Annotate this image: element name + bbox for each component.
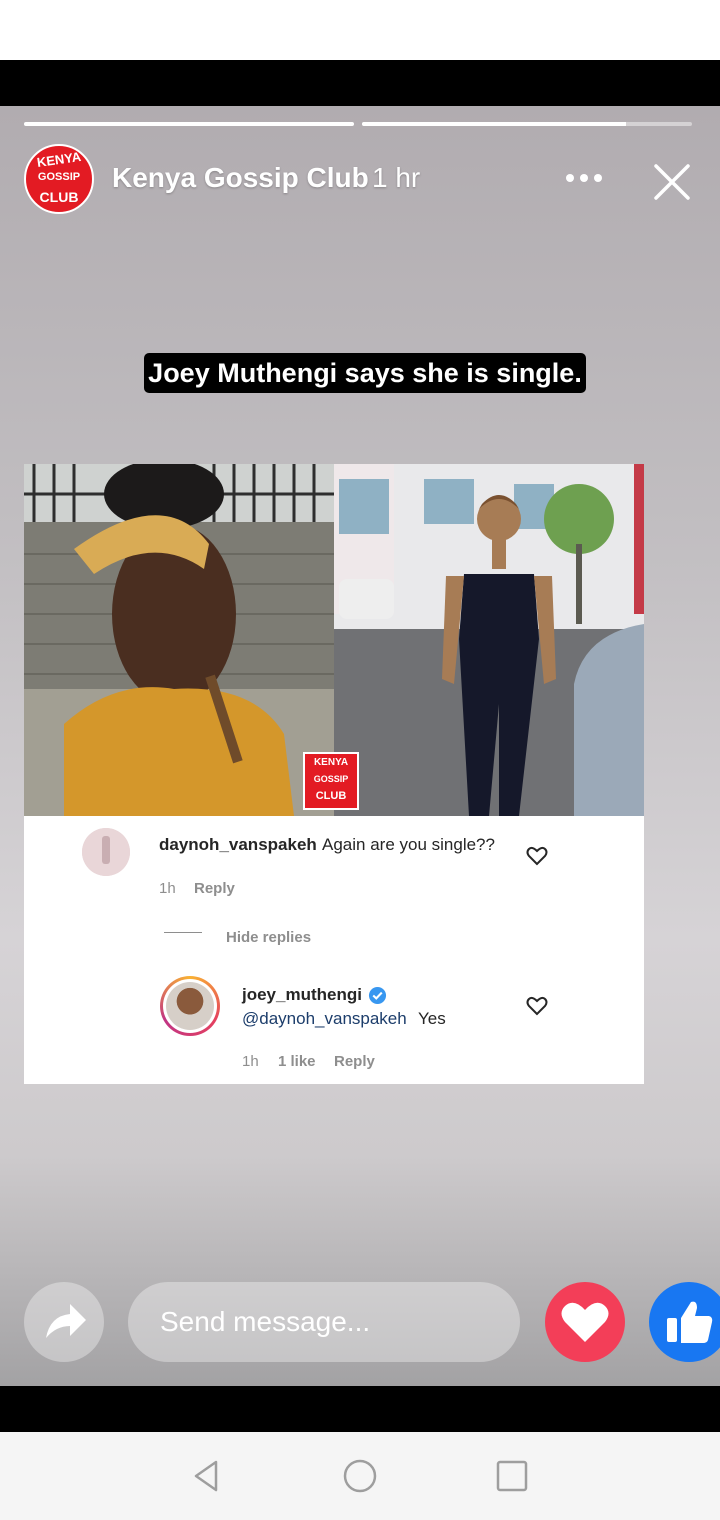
close-icon[interactable] (648, 158, 696, 206)
share-arrow-icon (46, 1304, 86, 1338)
thumbs-up-icon (667, 1301, 713, 1343)
comment-reply-label: Reply (194, 880, 235, 897)
page-name[interactable]: Kenya Gossip Club (112, 162, 369, 194)
comment-text: Again are you single?? (322, 835, 495, 854)
share-button[interactable] (24, 1282, 104, 1362)
comment-reply: Reply (194, 880, 235, 897)
logo-line-gossip: GOSSIP (313, 774, 349, 784)
logo-line-club: CLUB (315, 790, 347, 802)
hide-replies-line (164, 932, 202, 933)
recents-icon[interactable] (494, 1458, 530, 1494)
reply-avatar-inner (163, 979, 217, 1033)
like-reaction-button[interactable] (649, 1282, 720, 1362)
story-progress-bar-1 (24, 122, 354, 126)
status-bar-area (0, 0, 720, 60)
reply-avatar-photo (166, 982, 214, 1030)
story-viewer[interactable]: KENYA GOSSIP CLUB Kenya Gossip Club 1 hr… (0, 106, 720, 1386)
commenter-avatar-graphic (82, 828, 130, 876)
logo-line-kenya: KENYA (36, 148, 82, 171)
progress-fill (24, 122, 354, 126)
shared-post-image: KENYA GOSSIP CLUB daynoh_vanspakeh Again… (24, 464, 644, 1084)
send-message-placeholder: Send message... (160, 1306, 371, 1337)
system-navigation-bar (0, 1432, 720, 1520)
reply-likes-label: 1 like (278, 1053, 316, 1070)
outfit-photo (334, 464, 644, 816)
reply-username: joey_muthengi (242, 985, 362, 1004)
reply-reply: Reply (334, 1053, 375, 1070)
love-reaction-button[interactable] (545, 1282, 625, 1362)
reply-avatar (160, 976, 220, 1036)
selfie-illustration (24, 464, 334, 816)
logo-line-kenya: KENYA (313, 757, 349, 768)
progress-fill (362, 122, 626, 126)
logo-line-club: CLUB (39, 189, 79, 205)
comment-time: 1h (159, 880, 176, 897)
comment-username: daynoh_vanspakeh (159, 835, 317, 854)
logo-line-gossip: GOSSIP (37, 171, 81, 183)
back-icon[interactable] (188, 1458, 224, 1494)
heart-icon (561, 1302, 609, 1342)
post-time: 1 hr (372, 162, 421, 193)
bottom-letterbox (0, 1386, 720, 1432)
reply-time: 1h (242, 1053, 259, 1070)
selfie-photo (24, 464, 334, 816)
watermark-logo: KENYA GOSSIP CLUB (303, 752, 359, 810)
verified-badge-icon (368, 986, 387, 1005)
reply-likes: 1 like (278, 1053, 316, 1070)
home-icon[interactable] (342, 1458, 378, 1494)
reply-heart-icon (526, 996, 548, 1016)
reply-reply-label: Reply (334, 1053, 375, 1070)
reply-text: Yes (418, 1009, 446, 1028)
hide-replies: Hide replies (226, 929, 312, 946)
send-message-input[interactable]: Send message... (128, 1282, 520, 1362)
comment-heart-icon (526, 846, 548, 866)
more-options-icon[interactable] (562, 166, 606, 190)
outfit-illustration (334, 464, 644, 816)
reply-mention: @daynoh_vanspakeh (242, 1009, 407, 1028)
story-caption: Joey Muthengi says she is single. (144, 353, 586, 393)
story-progress-bar-2 (362, 122, 692, 126)
commenter-avatar (82, 828, 130, 876)
top-letterbox (0, 60, 720, 106)
page-avatar[interactable]: KENYA GOSSIP CLUB (24, 144, 94, 214)
